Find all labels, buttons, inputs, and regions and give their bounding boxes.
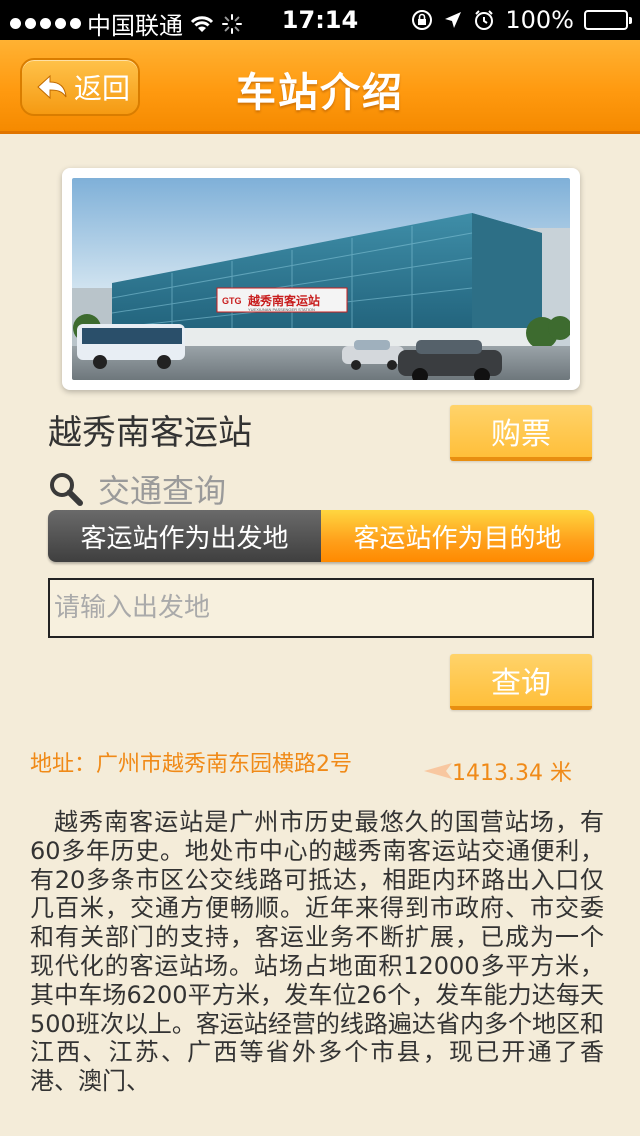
distance-indicator: 1413.34 米 bbox=[424, 755, 572, 787]
sign-subtext: YUEXIUNAN PASSENGER STATION bbox=[248, 307, 315, 312]
traffic-query-header: 交通查询 bbox=[48, 466, 226, 512]
status-bar: 中国联通 17:14 100% bbox=[0, 0, 640, 40]
buy-ticket-label: 购票 bbox=[491, 417, 551, 452]
tab-station-as-departure[interactable]: 客运站作为出发地 bbox=[48, 510, 321, 562]
station-illustration: GTG 越秀南客运站 YUEXIUNAN PASSENGER STATION bbox=[72, 178, 570, 380]
distance-pointer-icon bbox=[424, 763, 452, 779]
station-address: 地址：广州市越秀南东园横路2号 bbox=[30, 752, 352, 777]
station-photo: GTG 越秀南客运站 YUEXIUNAN PASSENGER STATION bbox=[72, 178, 570, 380]
traffic-query-label: 交通查询 bbox=[98, 472, 227, 510]
query-button[interactable]: 查询 bbox=[450, 654, 592, 710]
battery-percent: 100% bbox=[505, 6, 574, 34]
location-arrow-icon bbox=[445, 12, 462, 28]
buy-ticket-button[interactable]: 购票 bbox=[450, 405, 592, 461]
direction-segmented-control: 客运站作为出发地 客运站作为目的地 bbox=[48, 510, 594, 562]
query-button-label: 查询 bbox=[491, 666, 551, 701]
search-icon bbox=[50, 473, 83, 506]
distance-value: 1413.34 米 bbox=[452, 761, 572, 786]
rotation-lock-icon bbox=[412, 10, 433, 30]
navigation-bar: 返回 车站介绍 bbox=[0, 40, 640, 134]
battery-icon bbox=[584, 10, 632, 30]
sign-brand: GTG bbox=[222, 296, 242, 306]
station-photo-frame: GTG 越秀南客运站 YUEXIUNAN PASSENGER STATION bbox=[62, 168, 580, 390]
status-right: 100% bbox=[411, 6, 632, 34]
alarm-clock-icon bbox=[475, 10, 494, 30]
tab-label: 客运站作为出发地 bbox=[80, 523, 289, 554]
sign-name: 越秀南客运站 bbox=[247, 293, 320, 308]
station-name: 越秀南客运站 bbox=[48, 413, 252, 453]
page-title: 车站介绍 bbox=[236, 70, 404, 116]
tab-label: 客运站作为目的地 bbox=[353, 523, 562, 554]
tab-station-as-destination[interactable]: 客运站作为目的地 bbox=[321, 510, 594, 562]
station-description: 越秀南客运站是广州市历史最悠久的国营站场，有60多年历史。地处市中心的越秀南客运… bbox=[30, 808, 604, 1096]
departure-input[interactable] bbox=[48, 578, 594, 638]
